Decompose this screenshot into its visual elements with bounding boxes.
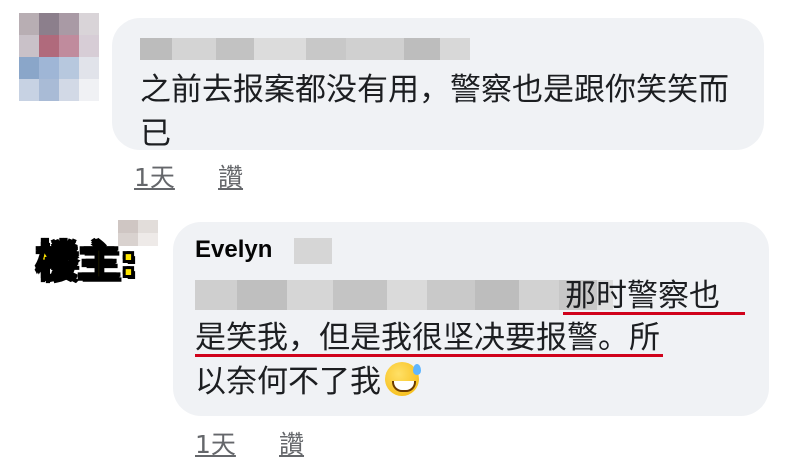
reply-text-pixelated	[195, 280, 613, 310]
reply-bubble: Evelyn 那时警察也 是笑我，但是我很坚决要报警。所 以奈何不了我	[173, 222, 769, 416]
thread-owner-badge: 楼主:	[35, 236, 138, 287]
comment-timestamp[interactable]: 1天	[134, 158, 175, 194]
like-link[interactable]: 讚	[218, 158, 243, 194]
avatar-commenter-pixelated[interactable]	[19, 13, 99, 101]
reply-like-link[interactable]: 讚	[279, 425, 304, 461]
reply-timestamp[interactable]: 1天	[195, 425, 236, 461]
reply-text-line-3: 以奈何不了我	[195, 360, 421, 404]
grinning-face-with-sweat-icon	[385, 362, 421, 396]
highlight-underline-1	[563, 312, 745, 315]
highlight-underline-2	[195, 354, 663, 357]
reply-author-name[interactable]: Evelyn	[195, 236, 272, 264]
author-surname-pixelated	[294, 238, 332, 264]
commenter-name-pixelated	[140, 38, 470, 60]
comment-bubble: 之前去报案都没有用，警察也是跟你笑笑而已	[112, 18, 764, 152]
comment-text: 之前去报案都没有用，警察也是跟你笑笑而已	[140, 72, 729, 152]
